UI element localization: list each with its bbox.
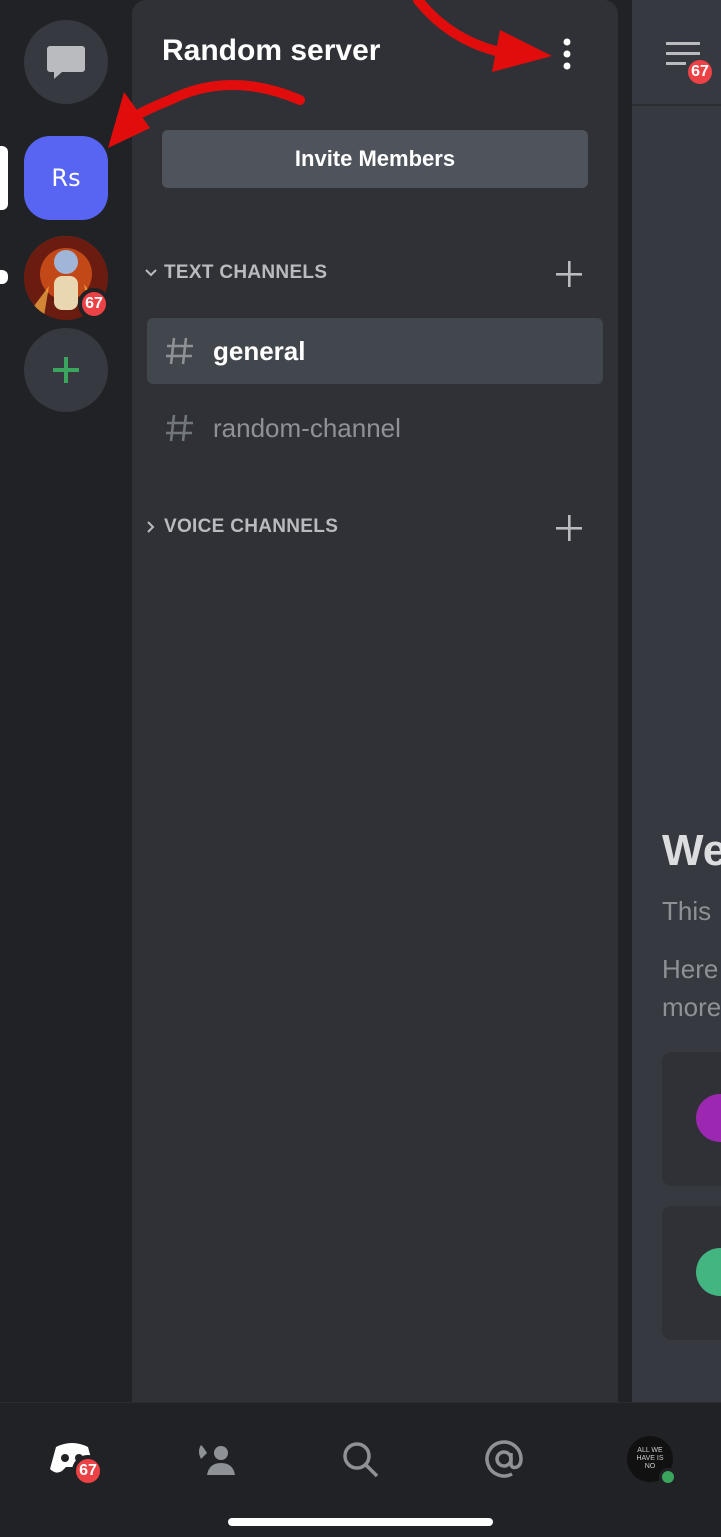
profile-avatar: ALL WE HAVE IS NO bbox=[627, 1436, 677, 1486]
category-voice-channels[interactable]: VOICE CHANNELS bbox=[140, 507, 600, 547]
nav-mentions[interactable] bbox=[474, 1431, 534, 1487]
add-server-button[interactable] bbox=[24, 328, 108, 412]
chat-header: 67 bbox=[632, 0, 721, 104]
guild-sidebar: Rs 67 bbox=[0, 0, 132, 1402]
search-icon bbox=[343, 1442, 379, 1478]
welcome-title: We bbox=[662, 826, 721, 875]
welcome-body: Here more bbox=[662, 950, 721, 1026]
server-options-button[interactable] bbox=[552, 34, 582, 74]
chat-area: 67 We This Here more bbox=[632, 0, 721, 1402]
add-channel-icon[interactable] bbox=[554, 513, 584, 543]
channel-name: random-channel bbox=[213, 412, 401, 443]
nav-profile[interactable]: ALL WE HAVE IS NO bbox=[620, 1431, 680, 1487]
card-icon bbox=[696, 1094, 721, 1142]
plus-icon bbox=[53, 357, 79, 383]
server-icon-random-server[interactable]: Rs bbox=[24, 136, 108, 220]
server-name[interactable]: Random server bbox=[162, 34, 380, 68]
active-server-indicator bbox=[0, 146, 8, 210]
category-text-channels[interactable]: TEXT CHANNELS bbox=[140, 253, 600, 293]
channel-random-channel[interactable]: random-channel bbox=[147, 395, 603, 461]
friends-icon bbox=[199, 1445, 235, 1475]
category-label: VOICE CHANNELS bbox=[164, 516, 339, 537]
welcome-card[interactable] bbox=[662, 1206, 721, 1340]
welcome-subtitle: This bbox=[662, 896, 712, 926]
channel-general[interactable]: general bbox=[147, 318, 603, 384]
card-icon bbox=[696, 1248, 721, 1296]
server-initials: Rs bbox=[51, 164, 81, 192]
hash-icon bbox=[147, 335, 213, 367]
nav-search[interactable] bbox=[330, 1431, 390, 1487]
hash-icon bbox=[147, 412, 213, 444]
online-status-icon bbox=[659, 1468, 677, 1486]
unread-indicator bbox=[0, 270, 8, 284]
chevron-down-icon bbox=[140, 269, 162, 277]
chat-bubble-icon bbox=[47, 46, 85, 79]
menu-unread-badge: 67 bbox=[684, 56, 716, 88]
nav-home[interactable]: 67 bbox=[42, 1431, 104, 1487]
bottom-navigation: 67 ALL WE HAVE IS NO bbox=[0, 1402, 721, 1537]
welcome-card[interactable] bbox=[662, 1052, 721, 1186]
channel-name: general bbox=[213, 335, 306, 366]
welcome-body-line: Here bbox=[662, 954, 719, 984]
mentions-icon bbox=[485, 1440, 523, 1478]
add-channel-icon[interactable] bbox=[554, 259, 584, 289]
direct-messages-button[interactable] bbox=[24, 20, 108, 104]
category-label: TEXT CHANNELS bbox=[164, 262, 328, 283]
home-indicator bbox=[228, 1518, 493, 1526]
invite-members-button[interactable]: Invite Members bbox=[162, 130, 588, 188]
chevron-right-icon bbox=[140, 521, 162, 533]
home-unread-badge: 67 bbox=[72, 1455, 104, 1487]
welcome-body-line: more bbox=[662, 992, 721, 1022]
nav-friends[interactable] bbox=[186, 1431, 246, 1487]
server-icon-avatar[interactable]: 67 bbox=[24, 236, 110, 320]
kebab-menu-icon bbox=[563, 38, 571, 70]
avatar-text: ALL WE HAVE IS NO bbox=[636, 1447, 664, 1470]
channel-panel: Random server Invite Members TEXT CHANNE… bbox=[132, 0, 618, 1402]
unread-badge: 67 bbox=[78, 288, 110, 320]
